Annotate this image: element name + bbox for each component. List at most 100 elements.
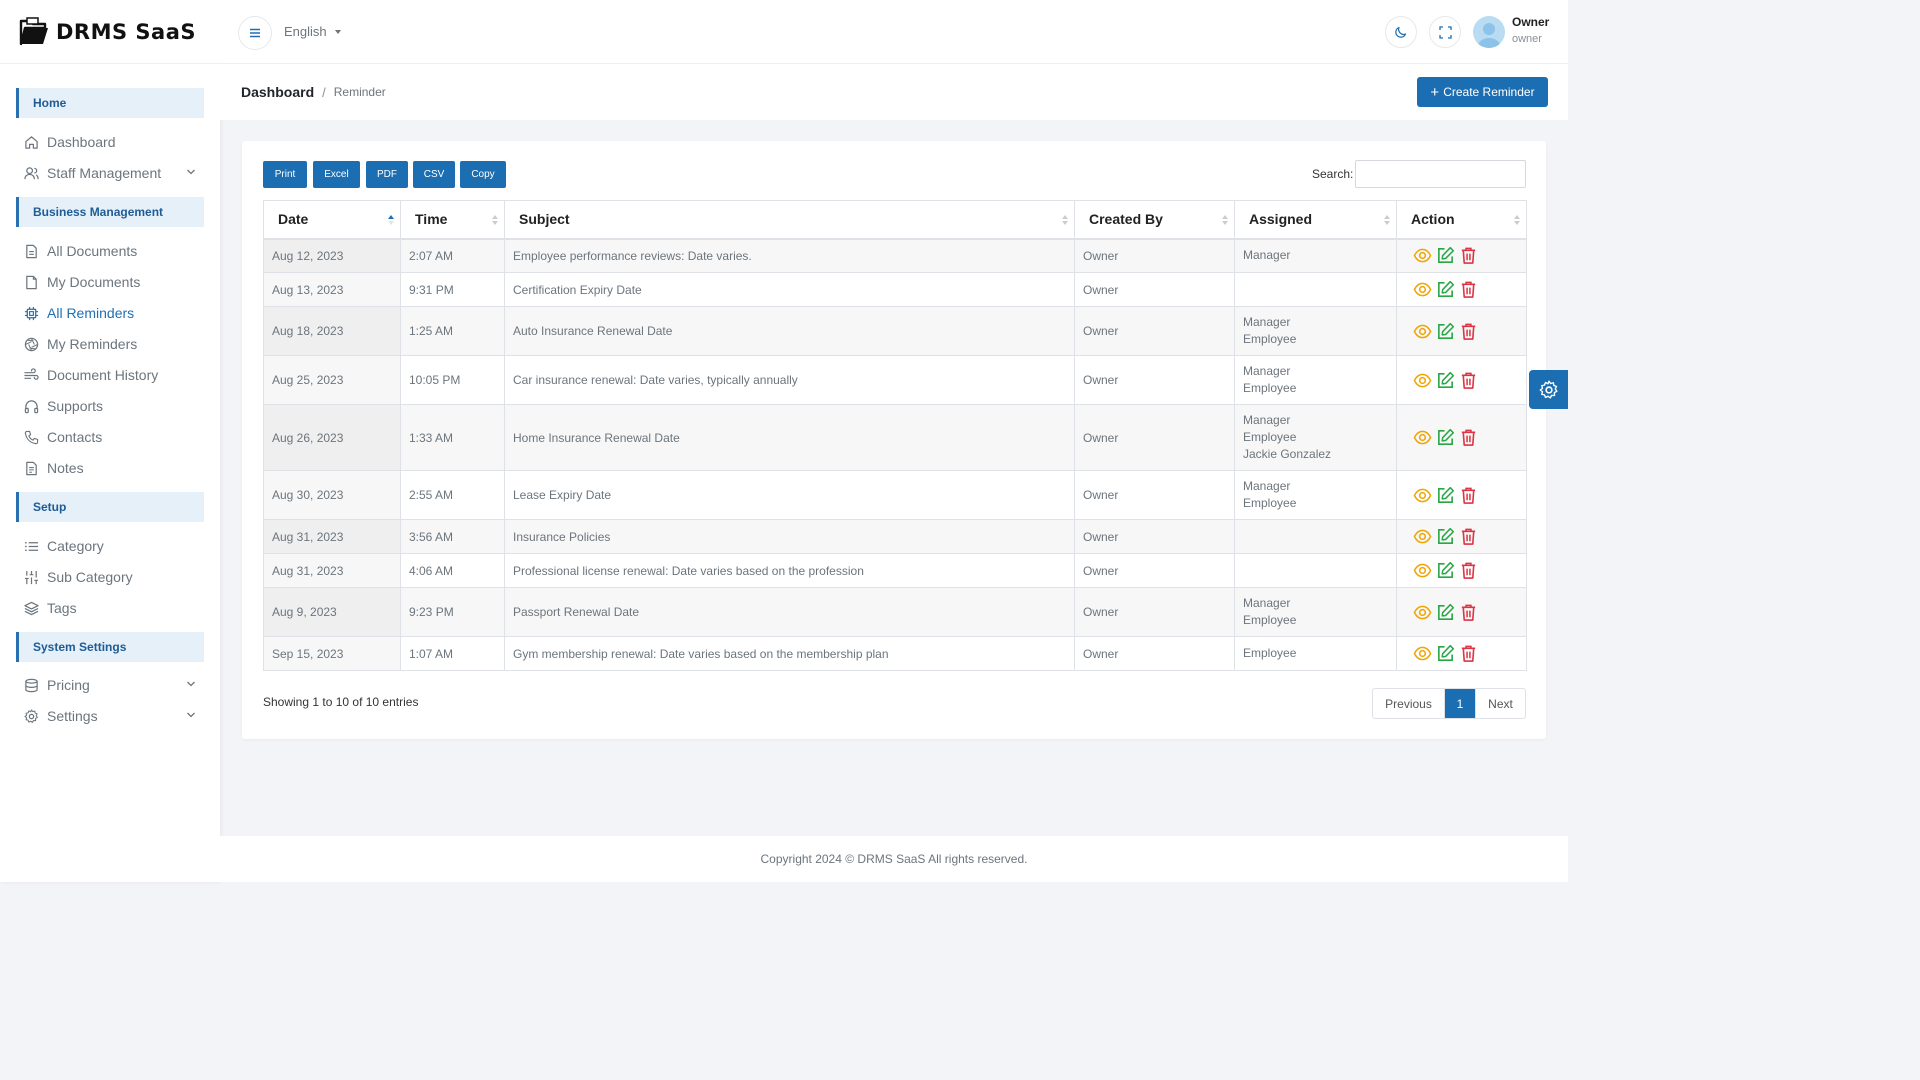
pdf-button[interactable]: PDF <box>366 161 408 188</box>
edit-icon[interactable] <box>1436 644 1455 663</box>
next-page-button[interactable]: Next <box>1475 689 1525 718</box>
menu-toggle-button[interactable] <box>238 16 272 50</box>
cell-subject: Professional license renewal: Date varie… <box>505 554 1075 588</box>
cell-date: Aug 12, 2023 <box>264 239 401 273</box>
edit-icon[interactable] <box>1436 561 1455 580</box>
cell-date: Aug 31, 2023 <box>264 554 401 588</box>
assigned-user: Employee <box>1243 429 1396 446</box>
delete-icon[interactable] <box>1459 428 1478 447</box>
chevron-down-icon <box>186 167 196 177</box>
dark-mode-toggle-button[interactable] <box>1385 16 1417 48</box>
previous-page-button[interactable]: Previous <box>1373 689 1445 718</box>
section-business-management: Business Management <box>16 197 204 227</box>
cell-subject: Employee performance reviews: Date varie… <box>505 239 1075 273</box>
table-row: Aug 26, 20231:33 AMHome Insurance Renewa… <box>264 405 1527 471</box>
language-dropdown[interactable]: English <box>284 24 341 39</box>
cell-assigned: ManagerEmployee <box>1235 356 1397 405</box>
page-1-button[interactable]: 1 <box>1445 689 1475 718</box>
column-header-date[interactable]: Date <box>264 201 401 239</box>
edit-icon[interactable] <box>1436 428 1455 447</box>
sidebar-item-label: All Reminders <box>47 305 134 321</box>
fullscreen-button[interactable] <box>1429 16 1461 48</box>
sidebar-item-settings[interactable]: Settings <box>24 704 200 728</box>
home-icon <box>24 135 39 150</box>
delete-icon[interactable] <box>1459 644 1478 663</box>
sidebar-item-all-documents[interactable]: All Documents <box>24 239 200 263</box>
delete-icon[interactable] <box>1459 322 1478 341</box>
sidebar-item-supports[interactable]: Supports <box>24 394 200 418</box>
delete-icon[interactable] <box>1459 527 1478 546</box>
copy-button[interactable]: Copy <box>460 161 506 188</box>
table-row: Aug 31, 20233:56 AMInsurance PoliciesOwn… <box>264 520 1527 554</box>
edit-icon[interactable] <box>1436 280 1455 299</box>
view-icon[interactable] <box>1413 428 1432 447</box>
delete-icon[interactable] <box>1459 246 1478 265</box>
view-icon[interactable] <box>1413 603 1432 622</box>
sidebar-item-document-history[interactable]: Document History <box>24 363 200 387</box>
view-icon[interactable] <box>1413 322 1432 341</box>
cell-assigned: ManagerEmployee <box>1235 307 1397 356</box>
edit-icon[interactable] <box>1436 603 1455 622</box>
search-input[interactable] <box>1355 160 1526 188</box>
table-row: Sep 15, 20231:07 AMGym membership renewa… <box>264 637 1527 671</box>
sidebar-item-all-reminders[interactable]: All Reminders <box>24 301 200 325</box>
gear-icon <box>1539 380 1559 400</box>
column-header-created-by[interactable]: Created By <box>1075 201 1235 239</box>
excel-button[interactable]: Excel <box>313 161 360 188</box>
sidebar-item-staff-management[interactable]: Staff Management <box>24 161 200 185</box>
create-reminder-button[interactable]: + Create Reminder <box>1417 77 1548 107</box>
column-header-assigned[interactable]: Assigned <box>1235 201 1397 239</box>
view-icon[interactable] <box>1413 527 1432 546</box>
delete-icon[interactable] <box>1459 280 1478 299</box>
column-label: Created By <box>1089 211 1163 227</box>
edit-icon[interactable] <box>1436 486 1455 505</box>
brand[interactable]: DRMS SaaS <box>0 0 220 64</box>
csv-button[interactable]: CSV <box>413 161 455 188</box>
edit-icon[interactable] <box>1436 246 1455 265</box>
sidebar-item-sub-category[interactable]: Sub Category <box>24 565 200 589</box>
cell-created-by: Owner <box>1075 356 1235 405</box>
section-system-settings: System Settings <box>16 632 204 662</box>
delete-icon[interactable] <box>1459 371 1478 390</box>
cell-created-by: Owner <box>1075 554 1235 588</box>
view-icon[interactable] <box>1413 561 1432 580</box>
sidebar-item-label: My Documents <box>47 274 140 290</box>
sidebar-item-my-documents[interactable]: My Documents <box>24 270 200 294</box>
print-button[interactable]: Print <box>263 161 307 188</box>
column-header-subject[interactable]: Subject <box>505 201 1075 239</box>
table-row: Aug 18, 20231:25 AMAuto Insurance Renewa… <box>264 307 1527 356</box>
view-icon[interactable] <box>1413 644 1432 663</box>
table-header-row: Date Time Subject Created By Assigned Ac… <box>264 201 1527 239</box>
sort-icon <box>492 214 498 226</box>
headphones-icon <box>24 399 39 414</box>
sidebar-item-notes[interactable]: Notes <box>24 456 200 480</box>
sidebar-item-pricing[interactable]: Pricing <box>24 673 200 697</box>
sidebar-item-my-reminders[interactable]: My Reminders <box>24 332 200 356</box>
sidebar-item-contacts[interactable]: Contacts <box>24 425 200 449</box>
column-header-time[interactable]: Time <box>401 201 505 239</box>
avatar[interactable] <box>1473 16 1505 48</box>
phone-icon <box>24 430 39 445</box>
delete-icon[interactable] <box>1459 486 1478 505</box>
view-icon[interactable] <box>1413 486 1432 505</box>
cell-subject: Certification Expiry Date <box>505 273 1075 307</box>
cell-created-by: Owner <box>1075 405 1235 471</box>
sidebar-item-dashboard[interactable]: Dashboard <box>24 130 200 154</box>
delete-icon[interactable] <box>1459 603 1478 622</box>
assigned-user: Manager <box>1243 247 1396 264</box>
view-icon[interactable] <box>1413 280 1432 299</box>
edit-icon[interactable] <box>1436 527 1455 546</box>
column-header-action[interactable]: Action <box>1397 201 1527 239</box>
sidebar-item-tags[interactable]: Tags <box>24 596 200 620</box>
breadcrumb-home[interactable]: Dashboard <box>241 84 314 100</box>
cell-created-by: Owner <box>1075 471 1235 520</box>
breadcrumb-separator: / <box>322 85 326 100</box>
cell-created-by: Owner <box>1075 307 1235 356</box>
delete-icon[interactable] <box>1459 561 1478 580</box>
view-icon[interactable] <box>1413 246 1432 265</box>
view-icon[interactable] <box>1413 371 1432 390</box>
sidebar-item-category[interactable]: Category <box>24 534 200 558</box>
edit-icon[interactable] <box>1436 322 1455 341</box>
edit-icon[interactable] <box>1436 371 1455 390</box>
theme-settings-button[interactable] <box>1529 370 1568 409</box>
